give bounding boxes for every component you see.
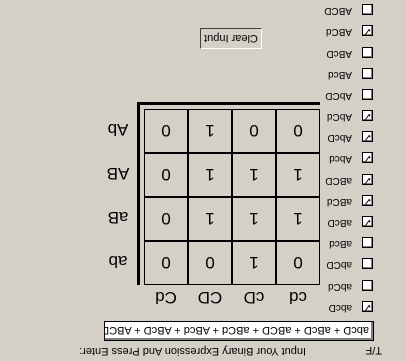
kmap-cell[interactable]: 0	[144, 241, 188, 285]
minterm-label: ABCd	[325, 26, 352, 38]
kmap-col-header: Cd	[155, 288, 177, 307]
kmap-row-header: ab	[108, 252, 128, 271]
tf-checkbox[interactable]	[362, 258, 373, 270]
kmap-col-header: CD	[197, 288, 223, 307]
kmap-cell[interactable]: 1	[232, 197, 276, 241]
truth-table-row: ABCD	[306, 0, 386, 19]
app-window: T/F abcdabcDabCdabCDaBcdaBcDaBCdaBCDAbcd…	[0, 0, 406, 361]
karnaugh-map: 0 1 0 0 1 1 1 0 1 1 1 0 0 0 1 0	[137, 102, 320, 285]
kmap-cell[interactable]: 0	[232, 109, 276, 153]
kmap-cell[interactable]: 1	[276, 153, 320, 197]
tf-checkbox[interactable]	[362, 194, 373, 206]
minterm-label: abCD	[326, 259, 352, 271]
truth-table-row: ABcD	[306, 40, 386, 61]
kmap-cell[interactable]: 0	[144, 197, 188, 241]
minterm-label: aBcd	[329, 238, 352, 250]
tf-checkbox[interactable]	[362, 131, 373, 143]
tf-checkbox[interactable]	[362, 4, 373, 16]
truth-table-header: T/F	[365, 344, 383, 356]
tf-checkbox[interactable]	[362, 88, 373, 100]
kmap-col-header: cd	[289, 288, 307, 307]
minterm-label: Abcd	[329, 153, 352, 165]
tf-checkbox[interactable]	[362, 110, 373, 122]
kmap-cell[interactable]: 0	[276, 241, 320, 285]
minterm-label: ABcD	[326, 47, 352, 59]
tf-checkbox[interactable]	[362, 300, 373, 312]
expression-input[interactable]: abcD + aBcD + aBCD + aBCd + ABcd + ABcD …	[104, 321, 374, 341]
kmap-row-header: AB	[106, 164, 130, 183]
kmap-cell[interactable]: 1	[188, 109, 232, 153]
kmap-cell[interactable]: 1	[188, 153, 232, 197]
minterm-label: aBCd	[326, 195, 352, 207]
truth-table-row: ABcd	[306, 62, 386, 83]
minterm-label: ABcd	[328, 68, 352, 80]
tf-checkbox[interactable]	[362, 152, 373, 164]
tf-checkbox[interactable]	[362, 173, 373, 185]
minterm-label: ABCD	[324, 5, 352, 17]
minterm-label: abcD	[328, 301, 352, 313]
kmap-col-header: cD	[243, 288, 265, 307]
clear-input-button[interactable]: Clear Input	[200, 28, 262, 49]
minterm-label: AbcD	[327, 132, 352, 144]
kmap-cell[interactable]: 0	[188, 241, 232, 285]
expression-instruction: Input Your Binary Expression And Press E…	[79, 345, 306, 357]
minterm-label: abCd	[328, 280, 352, 292]
kmap-cell[interactable]: 1	[232, 241, 276, 285]
minterm-label: aBCD	[325, 174, 352, 186]
kmap-cell[interactable]: 0	[144, 109, 188, 153]
kmap-cell[interactable]: 1	[232, 153, 276, 197]
kmap-row-header: aB	[107, 208, 129, 227]
kmap-cell[interactable]: 0	[144, 153, 188, 197]
kmap-row-header: Ab	[107, 120, 129, 139]
tf-checkbox[interactable]	[362, 67, 373, 79]
tf-checkbox[interactable]	[362, 46, 373, 58]
tf-checkbox[interactable]	[362, 216, 373, 228]
minterm-label: AbCD	[325, 89, 352, 101]
minterm-label: aBcD	[327, 217, 352, 229]
truth-table-row: ABCd	[306, 19, 386, 40]
kmap-cell[interactable]: 0	[276, 109, 320, 153]
kmap-cell[interactable]: 1	[276, 197, 320, 241]
minterm-label: AbCd	[326, 111, 352, 123]
kmap-cell[interactable]: 1	[188, 197, 232, 241]
tf-checkbox[interactable]	[362, 279, 373, 291]
tf-checkbox[interactable]	[362, 237, 373, 249]
tf-checkbox[interactable]	[362, 25, 373, 37]
truth-table-row: AbCD	[306, 83, 386, 104]
